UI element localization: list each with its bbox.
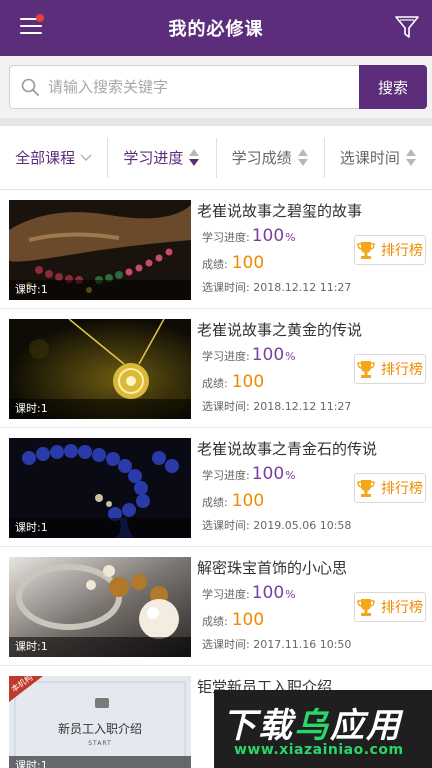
course-item[interactable]: 课时:1 老崔说故事之黄金的传说 学习进度: 100 % 成绩: 100 选课时… <box>0 309 432 428</box>
sort-desc-icon <box>188 148 200 168</box>
score-value: 100 <box>231 253 265 273</box>
course-item[interactable]: 课时:1 老崔说故事之青金石的传说 学习进度: 100 % 成绩: 100 选课… <box>0 428 432 547</box>
notification-dot <box>36 14 44 22</box>
sort-icon <box>405 148 417 168</box>
progress-row: 学习进度: 100 % <box>202 464 296 484</box>
search-input[interactable] <box>48 78 338 96</box>
score-value: 100 <box>231 372 265 392</box>
sort-icon <box>297 148 309 168</box>
select-time-value: 2018.12.12 11:27 <box>253 400 352 413</box>
course-title: 老崔说故事之青金石的传说 <box>197 440 378 458</box>
course-thumbnail: 课时:1 <box>9 438 191 538</box>
lesson-count: 课时:1 <box>9 637 191 657</box>
watermark-url: www.xiazainiao.com <box>234 742 404 758</box>
score-row: 成绩: 100 <box>202 610 265 630</box>
select-time-value: 2017.11.16 10:50 <box>253 638 352 651</box>
ranking-button[interactable]: 排行榜 <box>354 354 426 384</box>
filter-icon <box>395 16 419 38</box>
ranking-button[interactable]: 排行榜 <box>354 235 426 265</box>
select-time-row: 选课时间: 2018.12.12 11:27 <box>202 400 352 413</box>
progress-value: 100 <box>251 583 285 603</box>
page-title: 我的必修课 <box>168 19 264 40</box>
score-value: 100 <box>231 610 265 630</box>
course-list: 课时:1 老崔说故事之碧玺的故事 学习进度: 100 % 成绩: 100 选课时… <box>0 190 432 768</box>
select-time-row: 选课时间: 2018.12.12 11:27 <box>202 281 352 294</box>
tab-all-courses[interactable]: 全部课程 <box>0 138 107 178</box>
course-title: 老崔说故事之碧玺的故事 <box>197 202 363 220</box>
thumb-sub: START <box>88 740 112 747</box>
ranking-button[interactable]: 排行榜 <box>354 592 426 622</box>
top-bar: 我的必修课 <box>0 0 432 56</box>
search-button[interactable]: 搜索 <box>359 65 427 109</box>
progress-value: 100 <box>251 464 285 484</box>
section-divider <box>0 118 432 126</box>
progress-row: 学习进度: 100 % <box>202 226 296 246</box>
progress-row: 学习进度: 100 % <box>202 583 296 603</box>
select-time-value: 2018.12.12 11:27 <box>253 281 352 294</box>
chevron-down-icon <box>80 154 92 162</box>
score-row: 成绩: 100 <box>202 372 265 392</box>
select-time-row: 选课时间: 2017.11.16 10:50 <box>202 638 352 651</box>
progress-value: 100 <box>251 345 285 365</box>
search-box <box>9 65 359 109</box>
sort-tabs: 全部课程 学习进度 学习成绩 选课时间 <box>0 126 432 190</box>
thumb-caption: 新员工入职介绍 <box>57 722 142 736</box>
course-title: 解密珠宝首饰的小心思 <box>197 559 348 577</box>
progress-row: 学习进度: 100 % <box>202 345 296 365</box>
trophy-icon <box>357 480 375 497</box>
score-row: 成绩: 100 <box>202 253 265 273</box>
search-bar: 搜索 <box>0 56 432 118</box>
lesson-count: 课时:1 <box>9 280 191 300</box>
tab-select-time[interactable]: 选课时间 <box>323 137 432 178</box>
course-item[interactable]: 课时:1 解密珠宝首饰的小心思 学习进度: 100 % 成绩: 100 选课时间… <box>0 547 432 666</box>
tab-score[interactable]: 学习成绩 <box>215 137 324 178</box>
course-thumbnail: 课时:1 <box>9 557 191 657</box>
score-value: 100 <box>231 491 265 511</box>
tab-progress[interactable]: 学习进度 <box>107 137 215 178</box>
select-time-row: 选课时间: 2019.05.06 10:58 <box>202 519 352 532</box>
lesson-count: 课时:1 <box>9 399 191 419</box>
filter-button[interactable] <box>394 14 420 40</box>
course-thumbnail: 课时:1 <box>9 200 191 300</box>
lesson-count: 课时:1 <box>9 518 191 538</box>
course-item[interactable]: 课时:1 老崔说故事之碧玺的故事 学习进度: 100 % 成绩: 100 选课时… <box>0 190 432 309</box>
trophy-icon <box>357 242 375 259</box>
course-thumbnail: 本机构 新员工入职介绍 START 课时:1 <box>9 676 191 768</box>
watermark-logo: 下载乌应用 www.xiazainiao.com <box>214 690 432 768</box>
progress-value: 100 <box>251 226 285 246</box>
ranking-button[interactable]: 排行榜 <box>354 473 426 503</box>
app-screen: 我的必修课 搜索 全部课程 学习进度 <box>0 0 432 768</box>
search-icon <box>21 78 39 96</box>
trophy-icon <box>357 361 375 378</box>
select-time-value: 2019.05.06 10:58 <box>253 519 352 532</box>
course-thumbnail: 课时:1 <box>9 319 191 419</box>
score-row: 成绩: 100 <box>202 491 265 511</box>
course-title: 老崔说故事之黄金的传说 <box>197 321 363 339</box>
trophy-icon <box>357 599 375 616</box>
lesson-count: 课时:1 <box>9 756 191 768</box>
